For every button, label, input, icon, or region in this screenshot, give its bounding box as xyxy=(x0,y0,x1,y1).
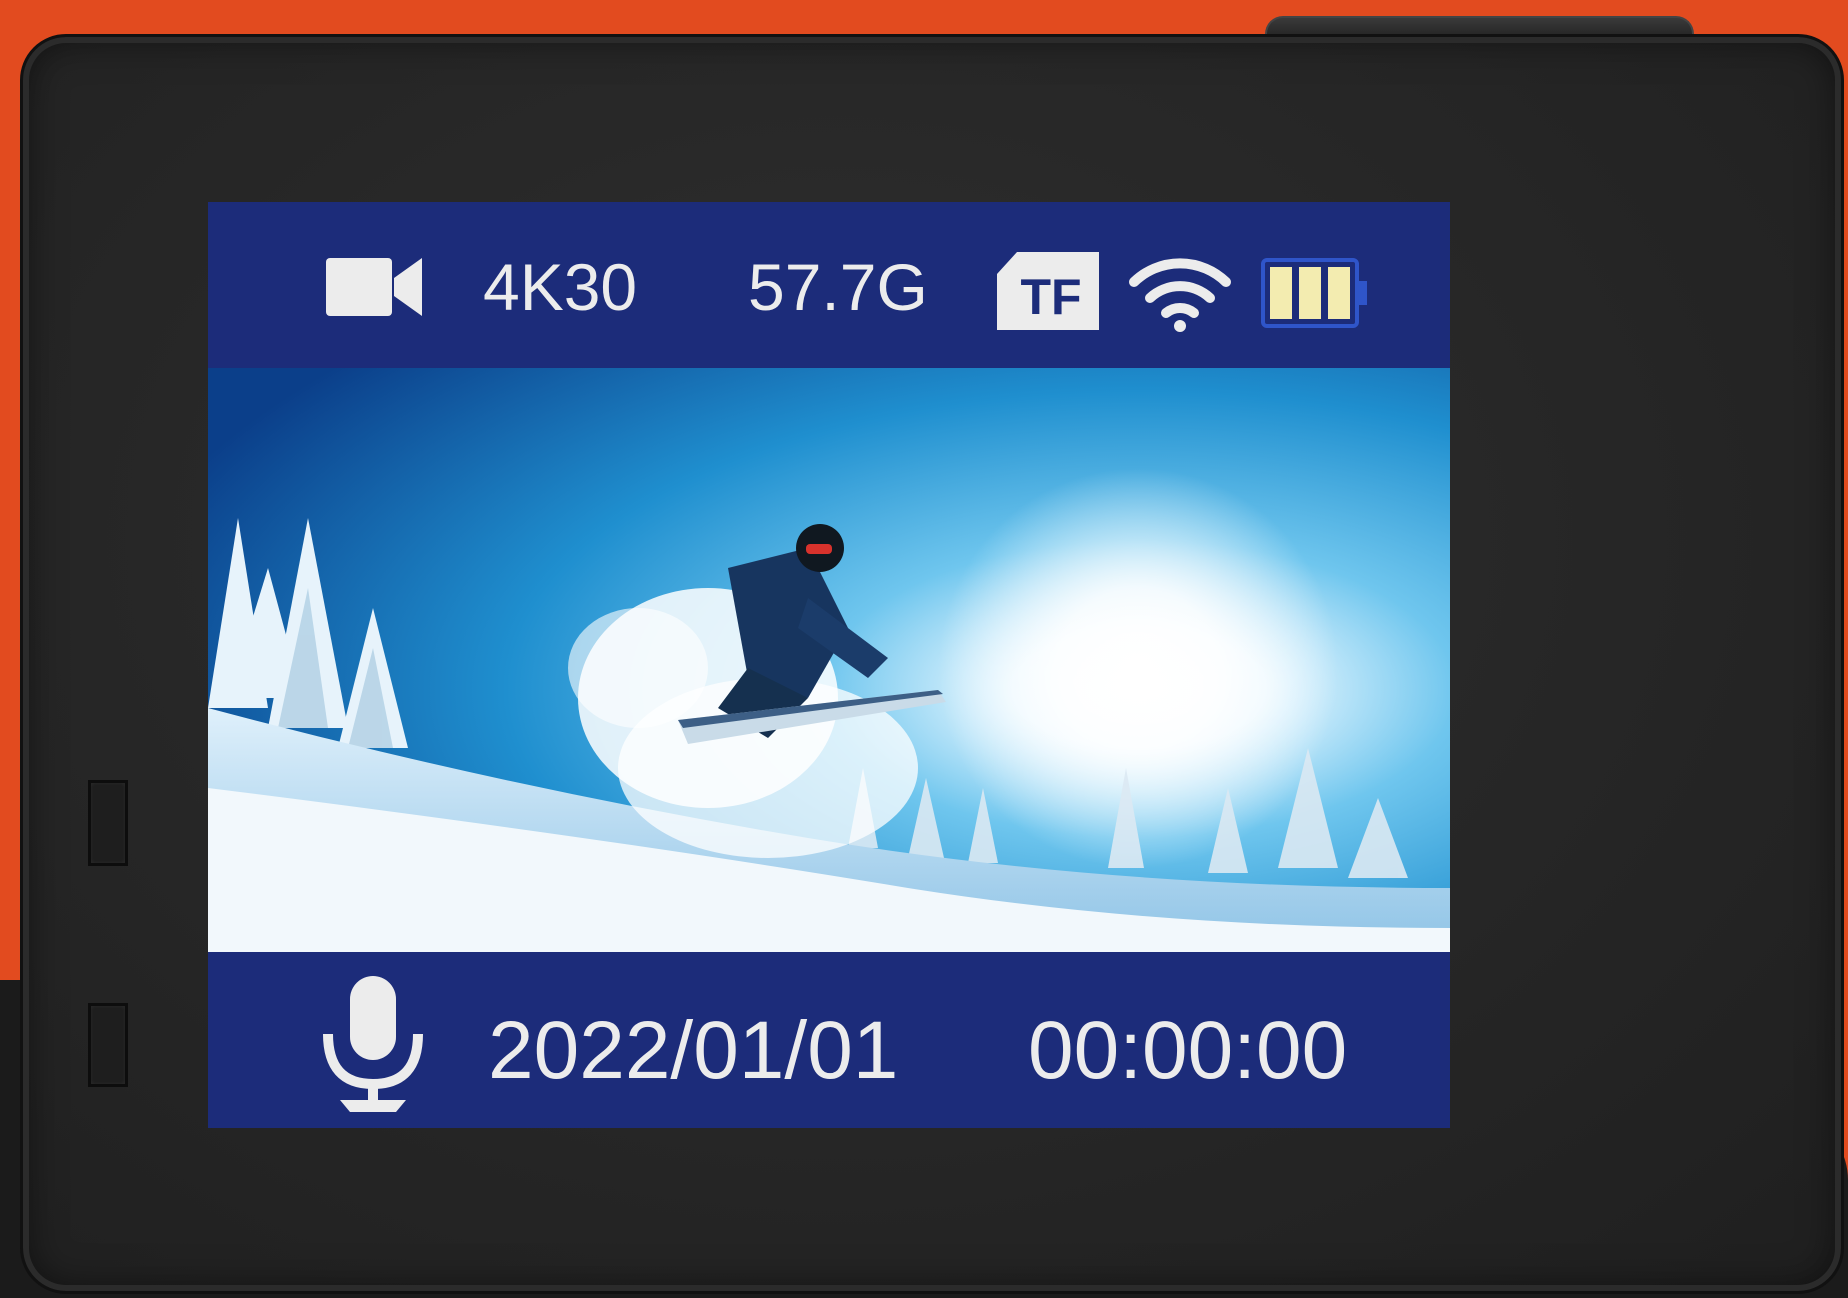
camera-preview xyxy=(208,368,1450,952)
time-label: 00:00:00 xyxy=(1028,1005,1348,1096)
side-button-lower[interactable] xyxy=(88,1003,128,1087)
wifi-icon xyxy=(1129,258,1231,332)
storage-remaining-label: 57.7G xyxy=(748,250,928,324)
tf-card-icon: TF xyxy=(997,252,1099,330)
video-camera-icon xyxy=(326,258,422,316)
camera-screen: 4K30 57.7G TF 2022/01/01 00:00:00 xyxy=(208,202,1450,1128)
microphone-icon xyxy=(323,976,423,1112)
side-button-upper[interactable] xyxy=(88,780,128,866)
tf-card-label: TF xyxy=(1020,269,1081,325)
top-status-bar: 4K30 57.7G TF xyxy=(208,202,1450,368)
date-label: 2022/01/01 xyxy=(488,1005,899,1096)
battery-icon xyxy=(1261,258,1367,328)
resolution-label: 4K30 xyxy=(483,250,638,324)
